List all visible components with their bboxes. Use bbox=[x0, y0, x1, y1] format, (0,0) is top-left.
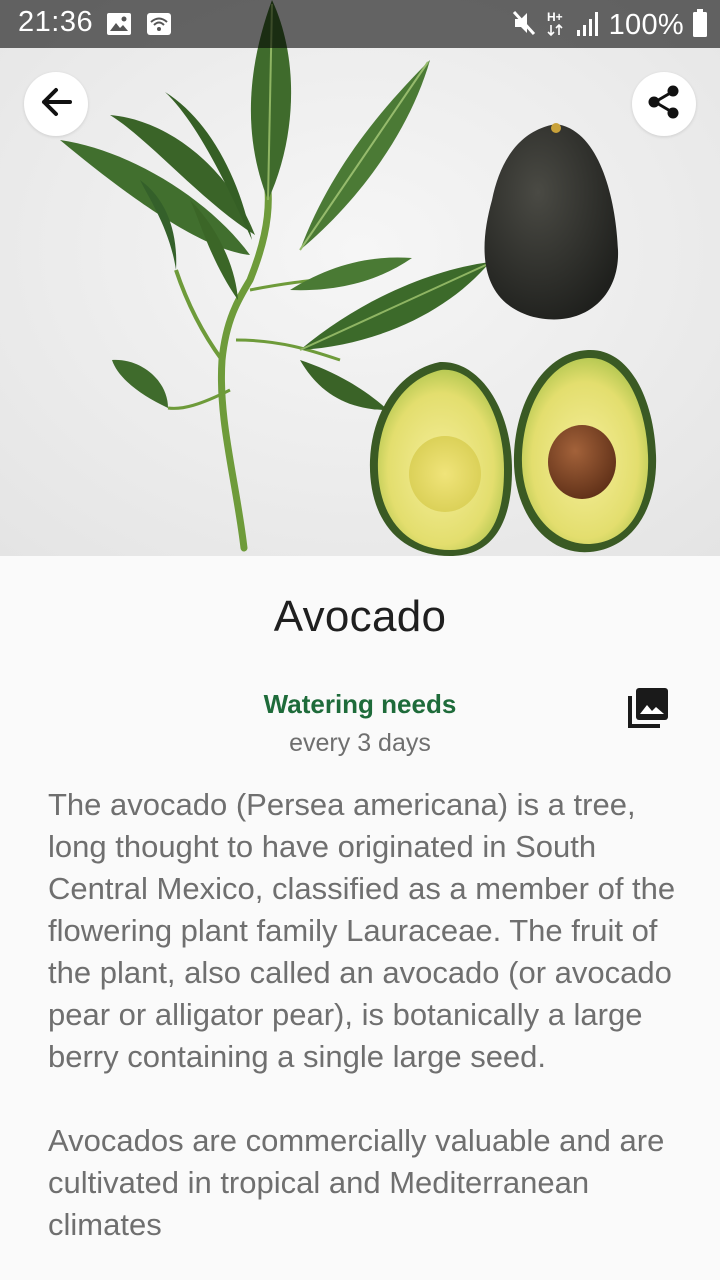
arrow-left-icon bbox=[36, 82, 76, 127]
status-time: 21:36 bbox=[18, 6, 94, 38]
battery-icon bbox=[692, 8, 708, 43]
wifi-icon bbox=[146, 12, 172, 41]
plant-title: Avocado bbox=[273, 592, 447, 641]
gallery-button[interactable] bbox=[620, 684, 676, 736]
network-hplus-icon: H+ bbox=[545, 8, 567, 43]
mute-icon bbox=[511, 8, 537, 43]
battery-percent: 100% bbox=[608, 9, 684, 41]
watering-label: Watering needs bbox=[263, 689, 457, 719]
plant-hero-image bbox=[0, 0, 720, 556]
image-icon bbox=[106, 12, 132, 41]
plant-description: The avocado (Persea americana) is a tree… bbox=[48, 784, 688, 1280]
watering-value: every 3 days bbox=[289, 729, 431, 757]
avocado-photo bbox=[0, 0, 720, 556]
status-bar: 21:36 H+ 100% bbox=[0, 0, 720, 48]
status-right-icons: H+ 100% bbox=[511, 8, 708, 43]
photo-library-icon bbox=[626, 686, 670, 735]
plant-detail-screen: 21:36 H+ 100% Avocado Watering needs eve… bbox=[0, 0, 720, 1280]
description-paragraph: Avocados are commercially valuable and a… bbox=[48, 1123, 665, 1242]
back-button[interactable] bbox=[24, 72, 88, 136]
svg-text:H+: H+ bbox=[547, 10, 563, 24]
status-left-icons bbox=[106, 12, 172, 41]
share-button[interactable] bbox=[632, 72, 696, 136]
share-icon bbox=[644, 82, 684, 127]
signal-icon bbox=[575, 8, 601, 43]
description-paragraph: The avocado (Persea americana) is a tree… bbox=[48, 787, 676, 1074]
